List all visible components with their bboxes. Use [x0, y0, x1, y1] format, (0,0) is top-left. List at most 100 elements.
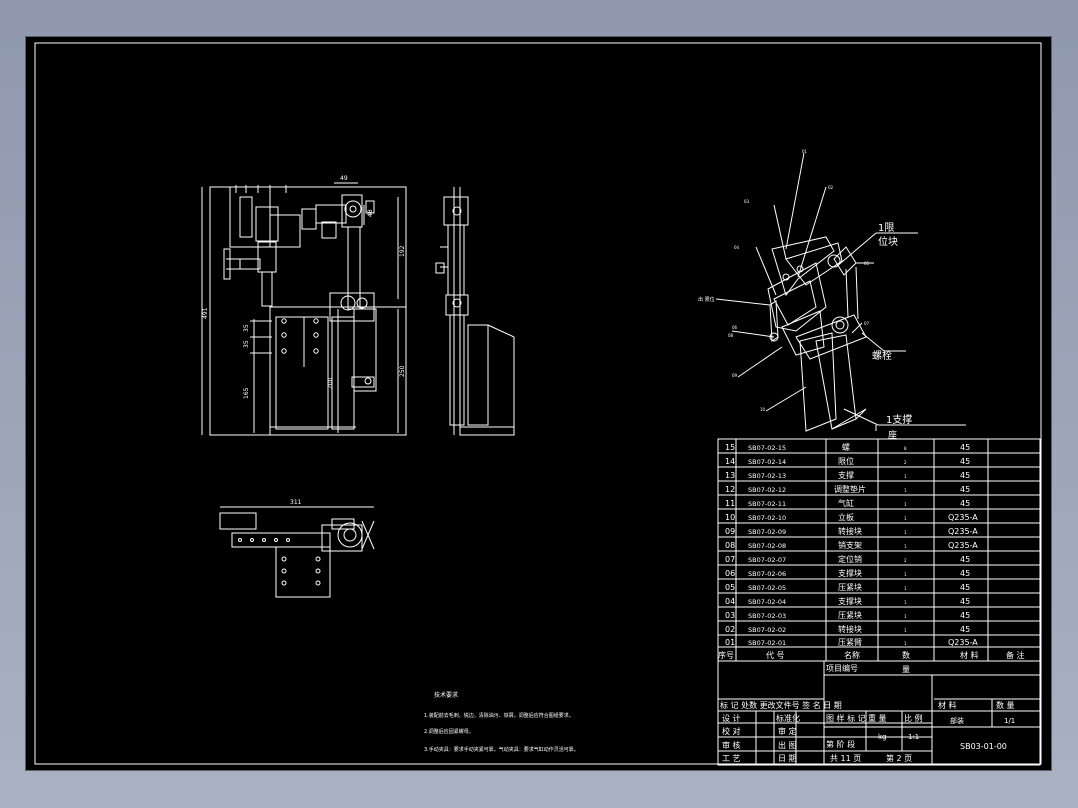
scale-value: 1:1 [908, 733, 919, 741]
isometric-view [715, 152, 966, 432]
callout-03: 03 [744, 199, 750, 204]
front-view [201, 182, 407, 436]
callout-02: 02 [828, 185, 834, 190]
sheet-number: 第 2 页 [886, 753, 912, 763]
dim-192: 192 [399, 245, 406, 257]
bom-name-11: 气缸 [838, 498, 854, 508]
review-label: 审 定 [778, 726, 797, 736]
bom-header-code: 代 号 [766, 650, 785, 660]
bom-qty-12: 1 [904, 488, 907, 493]
check-label: 校 对 [722, 726, 741, 736]
side-view [435, 187, 515, 436]
bom-no-11: 11 [725, 499, 735, 508]
bom-qty-04: 1 [904, 600, 907, 605]
bom-code-15: SB07-02-15 [748, 444, 786, 452]
cad-drawing: 49 48 192 491 35 35 165 200 250 311 1限 位… [34, 42, 1042, 766]
weight-value: kg [878, 733, 887, 741]
bom-qty-10: 1 [904, 516, 907, 521]
dim-49: 49 [340, 175, 348, 182]
bom-name-14: 限位 [838, 456, 854, 466]
project-number-label: 项目编号 [826, 663, 858, 673]
bom-rows: 15 SB07-02-15 螺 8 45 14 SB07-02-14 限位 2 … [718, 442, 1025, 674]
note-line-1: 1.装配前去毛刺、锐边，清除油污、铁屑，调整后应符合图纸要求。 [424, 712, 574, 719]
drawing-sheet: 49 48 192 491 35 35 165 200 250 311 1限 位… [26, 37, 1051, 770]
bom-mat-08: Q235-A [948, 541, 978, 550]
scale-label: 比 例 [904, 713, 923, 723]
dim-165: 165 [243, 387, 250, 399]
bom-name-12: 调整垫片 [834, 484, 866, 494]
bom-no-02: 02 [725, 625, 735, 634]
dim-35-b: 35 [243, 340, 250, 348]
dim-491: 491 [202, 307, 209, 319]
date-label: 日 期 [778, 754, 797, 763]
bom-code-13: SB07-02-13 [748, 472, 786, 480]
bom-qty-02: 1 [904, 628, 907, 633]
bom-qty-09: 1 [904, 530, 907, 535]
bom-header-qty: 数 [902, 650, 910, 660]
stage-label: 第 阶 段 [826, 739, 855, 749]
bom-mat-12: 45 [960, 485, 970, 494]
title-block: 项目编号 标 记 处数 更改文件号 签 名 日 期 材 料 数 量 设 计 标准… [720, 663, 1015, 763]
callout-01: 01 [802, 149, 808, 154]
callout-06: 06 [732, 325, 738, 330]
bom-code-12: SB07-02-12 [748, 486, 786, 494]
bom-no-06: 06 [725, 569, 735, 578]
standardize-label: 标准化 [776, 713, 800, 723]
bom-mat-11: 45 [960, 499, 970, 508]
weight-label: 重 量 [868, 713, 887, 723]
front-view-outline [209, 186, 407, 436]
total-sheets: 共 11 页 [830, 754, 861, 763]
dim-48: 48 [367, 209, 374, 217]
bom-qty-05: 1 [904, 586, 907, 591]
top-view [219, 506, 375, 598]
revision-row: 标 记 处数 更改文件号 签 名 日 期 [720, 700, 842, 710]
bom-mat-14: 45 [960, 457, 970, 466]
callout-limit-block-1: 1限 [878, 222, 894, 234]
bom-code-01: SB07-02-01 [748, 639, 786, 647]
callout-left-tag: 出 限位 [698, 296, 715, 303]
drawing-number: SB03-01-00 [960, 742, 1007, 751]
bom-no-12: 12 [725, 485, 735, 494]
bom-code-06: SB07-02-06 [748, 570, 786, 578]
bom-no-09: 09 [725, 527, 735, 536]
notes-title: 技术要求 [434, 691, 458, 699]
bom-mat-06: 45 [960, 569, 970, 578]
bom-name-05: 压紧块 [838, 582, 862, 592]
bom-code-04: SB07-02-04 [748, 598, 786, 606]
bom-code-05: SB07-02-05 [748, 584, 786, 592]
bom-code-02: SB07-02-02 [748, 626, 786, 634]
bom-code-09: SB07-02-09 [748, 528, 786, 536]
bom-qty-11: 1 [904, 502, 907, 507]
callout-08: 08 [728, 333, 734, 338]
inner-frame [34, 42, 1042, 765]
note-line-3: 3.手动夹具：要求手动夹紧可靠，气动夹具：要求气缸动作灵活可靠。 [424, 746, 579, 753]
bom-name-13: 支撑 [838, 470, 854, 480]
bom-name-15: 螺 [842, 442, 850, 452]
bom-mat-02: 45 [960, 625, 970, 634]
bom-no-03: 03 [725, 611, 735, 620]
audit-label: 审 核 [722, 740, 741, 750]
bom-qty-15: 8 [904, 446, 907, 451]
callout-bolt: 螺栓 [872, 349, 892, 362]
design-label: 设 计 [722, 713, 741, 723]
material-label: 材 料 [938, 700, 957, 710]
bom-code-07: SB07-02-07 [748, 556, 786, 564]
bom-name-08: 销支架 [838, 540, 862, 550]
bom-qty-08: 1 [904, 544, 907, 549]
bom-code-14: SB07-02-14 [748, 458, 786, 466]
bom-no-15: 15 [725, 443, 735, 452]
quantity-label: 数 量 [996, 700, 1015, 710]
callout-09: 09 [732, 373, 738, 378]
bom-no-05: 05 [725, 583, 735, 592]
bom-name-10: 立板 [838, 512, 854, 522]
bom-mat-03: 45 [960, 611, 970, 620]
bom-code-08: SB07-02-08 [748, 542, 786, 550]
process-label: 工 艺 [722, 754, 741, 763]
callout-10: 10 [760, 407, 766, 412]
bom-mat-05: 45 [960, 583, 970, 592]
bom-mat-15: 45 [960, 443, 970, 452]
bom-header-no: 序号 [718, 650, 734, 660]
dim-311: 311 [290, 499, 302, 506]
drawing-label: 出 图 [778, 740, 797, 750]
bom-mat-04: 45 [960, 597, 970, 606]
